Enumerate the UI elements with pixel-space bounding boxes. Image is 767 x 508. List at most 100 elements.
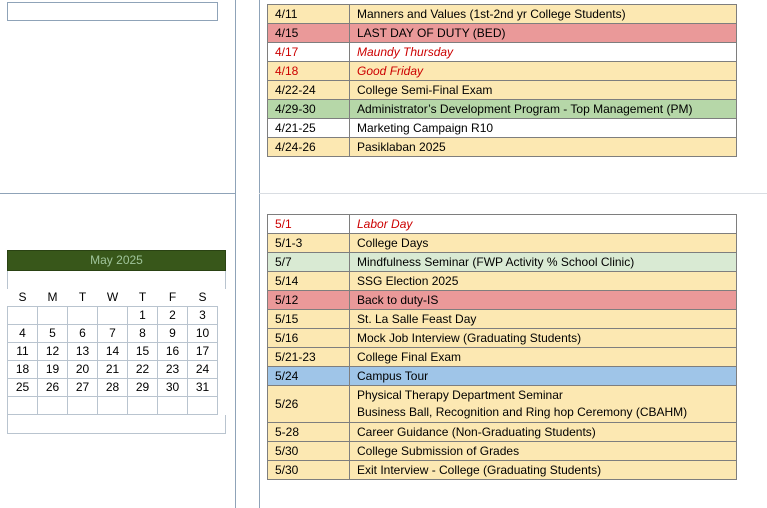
calendar-footer (7, 415, 226, 434)
calendar-day (67, 306, 98, 325)
event-date: 5/26 (267, 385, 350, 423)
calendar-day: 7 (97, 324, 128, 343)
calendar-day: 19 (37, 360, 68, 379)
event-row: 4/15 LAST DAY OF DUTY (BED) (267, 23, 737, 43)
event-date: 5/21-23 (267, 347, 350, 367)
calendar-day: 9 (157, 324, 188, 343)
event-row: 5/16 Mock Job Interview (Graduating Stude… (267, 328, 737, 348)
calendar-day: 24 (187, 360, 218, 379)
calendar-weekday: T (138, 290, 147, 304)
calendar-day: 22 (127, 360, 158, 379)
calendar-weekday: W (106, 290, 119, 304)
april-events-table: 4/11 Manners and Values (1st-2nd yr Colle… (267, 4, 737, 157)
event-title: Manners and Values (1st-2nd yr College S… (349, 4, 737, 24)
calendar-spacer (7, 271, 226, 289)
calendar-grid: S M T W T F S 1 2 3 4 5 6 7 8 9 10 11 12 13 14 15 16 17 18 19 20 21… (7, 289, 218, 415)
event-title: Physical Therapy Department Seminar Busin… (349, 385, 737, 423)
event-date: 4/24-26 (267, 137, 350, 157)
event-row: 4/24-26 Pasiklaban 2025 (267, 137, 737, 157)
event-date: 4/17 (267, 42, 350, 62)
event-date: 4/29-30 (267, 99, 350, 119)
event-title: Mindfulness Seminar (FWP Activity % Scho… (349, 252, 737, 272)
calendar-week: 4 5 6 7 8 9 10 (7, 324, 218, 343)
calendar-week (7, 396, 218, 415)
calendar-week: 123 (7, 306, 218, 325)
calendar-day: 5 (37, 324, 68, 343)
row-divider (0, 193, 236, 194)
calendar-weekday: T (78, 290, 87, 304)
calendar-day: 16 (157, 342, 188, 361)
event-row: 5/26 Physical Therapy Department Seminar B… (267, 385, 737, 423)
event-title-line: Physical Therapy Department Seminar (357, 388, 563, 402)
calendar-day (157, 396, 188, 415)
calendar-day (97, 306, 128, 325)
event-date: 4/21-25 (267, 118, 350, 138)
event-title: Pasiklaban 2025 (349, 137, 737, 157)
event-title: Mock Job Interview (Graduating Students) (349, 328, 737, 348)
event-row: 5/30 Exit Interview - College (Graduating… (267, 460, 737, 480)
event-date: 5/24 (267, 366, 350, 386)
event-row: 4/21-25 Marketing Campaign R10 (267, 118, 737, 138)
calendar-day: 11 (7, 342, 38, 361)
event-title: Administrator’s Development Program - To… (349, 99, 737, 119)
event-date: 5/7 (267, 252, 350, 272)
event-row: 5/15 St. La Salle Feast Day (267, 309, 737, 329)
event-date: 4/11 (267, 4, 350, 24)
calendar-week: 25 26 27 28 29 30 31 (7, 378, 218, 397)
calendar-day: 14 (97, 342, 128, 361)
event-title: Campus Tour (349, 366, 737, 386)
event-row: 4/17 Maundy Thursday (267, 42, 737, 62)
event-row: 5/21-23 College Final Exam (267, 347, 737, 367)
event-title-line: Business Ball, Recognition and Ring hop … (357, 405, 688, 419)
calendar-day: 8 (127, 324, 158, 343)
calendar-weekday-row: SMTWTFS (8, 289, 218, 307)
calendar-day: 30 (157, 378, 188, 397)
calendar-day (127, 396, 158, 415)
event-title: Maundy Thursday (349, 42, 737, 62)
event-title: College Semi-Final Exam (349, 80, 737, 100)
calendar-day: 13 (67, 342, 98, 361)
calendar-weekday: F (168, 290, 177, 304)
event-title: Career Guidance (Non-Graduating Students… (349, 422, 737, 442)
event-date: 5/12 (267, 290, 350, 310)
calendar-weekday: M (47, 290, 58, 304)
event-row: 4/18 Good Friday (267, 61, 737, 81)
event-date: 5/1-3 (267, 233, 350, 253)
calendar-day: 10 (187, 324, 218, 343)
calendar-weekday: S (18, 290, 27, 304)
event-title: College Final Exam (349, 347, 737, 367)
event-date: 5/30 (267, 441, 350, 461)
event-title: Marketing Campaign R10 (349, 118, 737, 138)
calendar-day: 4 (7, 324, 38, 343)
event-title: St. La Salle Feast Day (349, 309, 737, 329)
event-title: LAST DAY OF DUTY (BED) (349, 23, 737, 43)
calendar-title: May 2025 (7, 250, 226, 271)
calendar-day (187, 396, 218, 415)
event-row: 4/11 Manners and Values (1st-2nd yr Colle… (267, 4, 737, 24)
calendar-day: 6 (67, 324, 98, 343)
event-date: 5/1 (267, 214, 350, 234)
event-row: 5/14 SSG Election 2025 (267, 271, 737, 291)
calendar-day (37, 306, 68, 325)
calendar-day: 20 (67, 360, 98, 379)
event-date: 5/15 (267, 309, 350, 329)
empty-cell-box (7, 2, 218, 21)
calendar-day: 12 (37, 342, 68, 361)
event-row: 5/12 Back to duty-IS (267, 290, 737, 310)
event-date: 4/15 (267, 23, 350, 43)
calendar-day (37, 396, 68, 415)
event-row: 5/30 College Submission of Grades (267, 441, 737, 461)
event-date: 5/14 (267, 271, 350, 291)
event-date: 5/16 (267, 328, 350, 348)
event-date: 4/22-24 (267, 80, 350, 100)
calendar-day (7, 306, 38, 325)
calendar-day: 2 (157, 306, 188, 325)
calendar-day (97, 396, 128, 415)
event-row: 4/22-24 College Semi-Final Exam (267, 80, 737, 100)
calendar-day: 15 (127, 342, 158, 361)
event-row: 5/1-3 College Days (267, 233, 737, 253)
column-divider (235, 0, 236, 508)
calendar-week: 11 12 13 14 15 16 17 (7, 342, 218, 361)
event-title: Back to duty-IS (349, 290, 737, 310)
event-title: College Days (349, 233, 737, 253)
